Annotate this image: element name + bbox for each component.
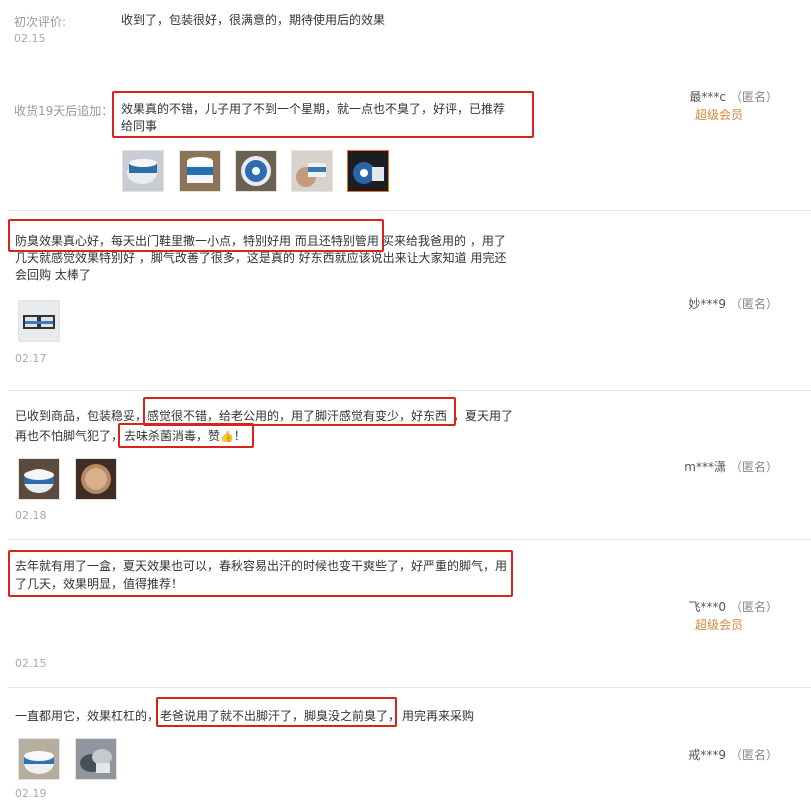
review-date: 02.15: [15, 657, 47, 670]
product-photo-icon: [348, 151, 388, 191]
product-photo-icon: [123, 151, 163, 191]
highlight-box: [112, 91, 534, 138]
review-text: 一直都用它，效果杠杠的，: [15, 709, 160, 723]
review-text: 买来给我爸用的 ，用了: [382, 234, 506, 248]
product-photo-icon: [19, 301, 59, 341]
anonymous-tag: （匿名）: [729, 90, 778, 104]
reviewer-name: 最***c （匿名）: [689, 88, 778, 105]
review-date: 02.17: [15, 352, 47, 365]
reviewer-name: 妙***9 （匿名）: [688, 295, 778, 312]
reviewer-nickname: 飞***0: [688, 600, 726, 614]
product-photo-icon: [236, 151, 276, 191]
highlight-box: [156, 697, 397, 727]
review-divider: [8, 390, 811, 391]
review-text: 用完再来采购: [402, 709, 475, 723]
reviewer-nickname: 戒***9: [688, 748, 726, 762]
product-photo-icon: [19, 459, 59, 499]
reviewer-nickname: 最***c: [689, 90, 726, 104]
review-photo-thumbnail[interactable]: [291, 150, 333, 192]
review-text: 会回购 太棒了: [15, 268, 91, 282]
member-badge: 超级会员: [694, 108, 743, 122]
highlight-box: [8, 550, 513, 597]
anonymous-tag: （匿名）: [729, 748, 778, 762]
product-photo-icon: [76, 459, 116, 499]
review-photo-thumbnail[interactable]: [18, 738, 60, 780]
reviewer-nickname: m***潇: [684, 460, 726, 474]
review-divider: [8, 210, 811, 211]
product-photo-icon: [292, 151, 332, 191]
initial-review-label: 初次评价:: [14, 15, 67, 29]
review-photo-thumbnail[interactable]: [75, 738, 117, 780]
append-review-label: 收货19天后追加：: [14, 104, 114, 118]
product-photo-icon: [76, 739, 116, 779]
review-date: 02.19: [15, 787, 47, 800]
review-text: 再也不怕脚气犯了，: [15, 429, 124, 443]
member-badge: 超级会员: [694, 618, 743, 632]
review-divider: [8, 539, 811, 540]
reviewer-nickname: 妙***9: [688, 297, 726, 311]
reviewer-name: 戒***9 （匿名）: [688, 746, 778, 763]
review-photo-thumbnail[interactable]: [18, 458, 60, 500]
review-photo-thumbnail[interactable]: [18, 300, 60, 342]
review-photo-thumbnail[interactable]: [122, 150, 164, 192]
review-photo-thumbnail[interactable]: [347, 150, 389, 192]
reviewer-name: 飞***0 （匿名）: [688, 598, 778, 615]
review-photo-thumbnail[interactable]: [235, 150, 277, 192]
product-photo-icon: [19, 739, 59, 779]
review-photo-thumbnail[interactable]: [75, 458, 117, 500]
review-text: 收到了，包装很好，很满意的，期待使用后的效果: [121, 13, 386, 27]
review-date: 02.15: [14, 32, 46, 45]
review-date: 02.18: [15, 509, 47, 522]
review-divider: [8, 687, 811, 688]
anonymous-tag: （匿名）: [729, 297, 778, 311]
product-photo-icon: [180, 151, 220, 191]
review-text: 几天就感觉效果特别好 ，脚气改善了很多，这是真的 好东西就应该说出来让大家知道 …: [15, 251, 507, 265]
highlight-box: [8, 219, 384, 252]
highlight-box: [143, 397, 456, 426]
highlight-box: [118, 423, 254, 448]
review-photo-thumbnail[interactable]: [179, 150, 221, 192]
reviewer-name: m***潇 （匿名）: [684, 458, 778, 475]
anonymous-tag: （匿名）: [729, 600, 778, 614]
anonymous-tag: （匿名）: [729, 460, 778, 474]
review-text: ，夏天用了: [453, 409, 514, 423]
